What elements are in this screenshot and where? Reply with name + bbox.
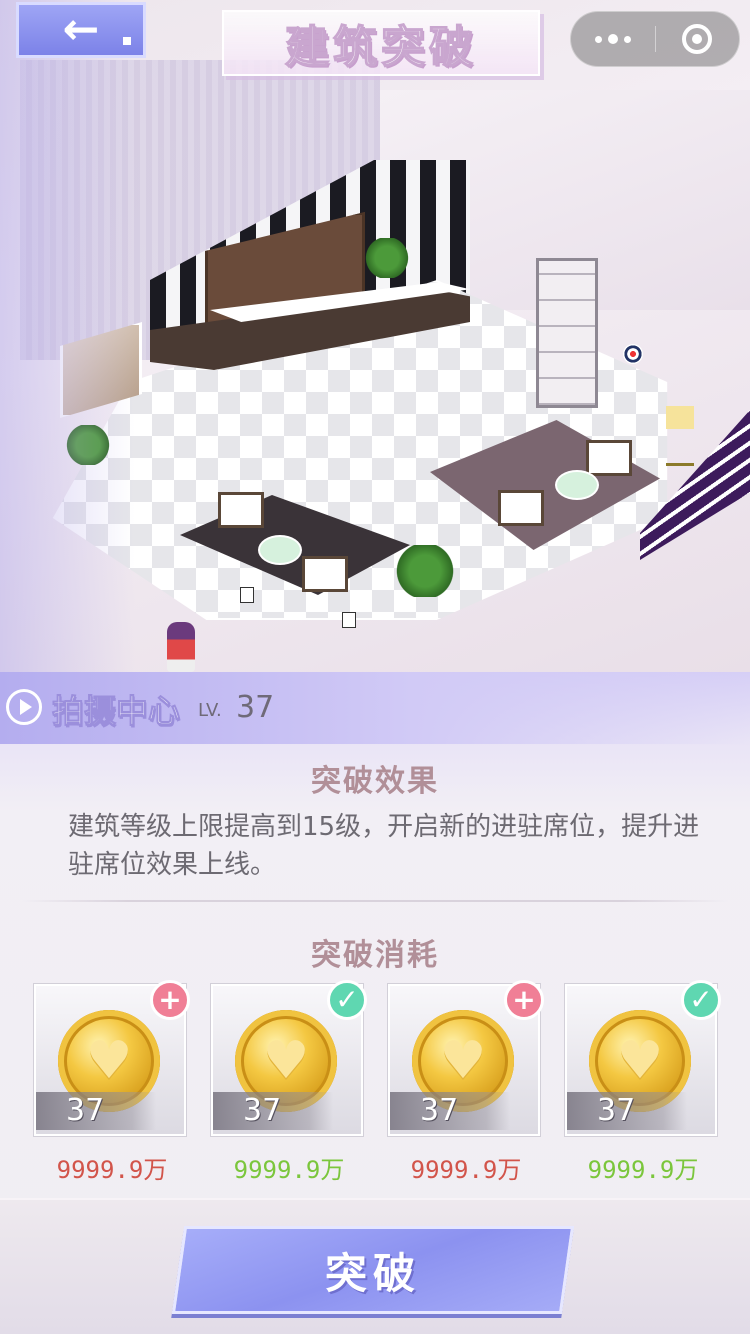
cost-item[interactable]: ♥ 37 + 9999.9万 xyxy=(34,980,190,1184)
dartboard-icon xyxy=(623,344,643,364)
check-icon: ✓ xyxy=(681,980,721,1020)
breakthrough-button-label: 突破 xyxy=(324,1248,421,1298)
cost-items: ♥ 37 + 9999.9万 ♥ 37 ✓ 9999.9万 ♥ 37 + 999… xyxy=(34,980,721,1184)
cost-item[interactable]: ♥ 37 + 9999.9万 xyxy=(388,980,544,1184)
play-icon[interactable] xyxy=(6,689,42,725)
cost-item[interactable]: ♥ 37 ✓ 9999.9万 xyxy=(211,980,367,1184)
item-price: 9999.9万 xyxy=(233,1156,345,1184)
effect-title: 突破效果 xyxy=(311,764,439,799)
cost-item[interactable]: ♥ 37 ✓ 9999.9万 xyxy=(565,980,721,1184)
divider xyxy=(22,900,728,902)
item-price: 9999.9万 xyxy=(587,1156,699,1184)
back-arrow-icon: ← xyxy=(62,4,100,55)
mini-program-capsule xyxy=(570,11,740,67)
character-avatar[interactable] xyxy=(167,622,195,672)
building-name-bar: 拍摄中心 LV. 37 xyxy=(0,672,750,744)
effect-description: 建筑等级上限提高到15级，开启新的进驻席位，提升进驻席位效果上线。 xyxy=(68,812,700,880)
footer-bar: 突破 xyxy=(0,1198,750,1334)
close-target-icon[interactable] xyxy=(656,24,740,54)
floor-sign-icon xyxy=(342,612,356,628)
armchair xyxy=(498,490,544,526)
round-table xyxy=(258,535,302,565)
level-prefix: LV. xyxy=(198,700,222,721)
item-count: 37 xyxy=(66,1093,105,1128)
item-count: 37 xyxy=(597,1093,636,1128)
more-dots-icon[interactable] xyxy=(571,34,655,44)
floor-lamp-icon xyxy=(666,406,694,466)
potted-plant-icon xyxy=(395,545,455,597)
plus-icon[interactable]: + xyxy=(504,980,544,1020)
page-title: 建筑突破 xyxy=(284,21,477,74)
item-count: 37 xyxy=(420,1093,459,1128)
tall-window xyxy=(536,258,598,408)
breakthrough-button[interactable]: 突破 xyxy=(171,1226,575,1314)
item-count: 37 xyxy=(243,1093,282,1128)
armchair xyxy=(302,556,348,592)
building-scene xyxy=(0,0,750,672)
armchair xyxy=(586,440,632,476)
page-title-banner: 建筑突破 xyxy=(222,10,540,76)
floor-sign-icon xyxy=(240,587,254,603)
breakthrough-panel: 拍摄中心 LV. 37 突破效果 建筑等级上限提高到15级，开启新的进驻席位，提… xyxy=(0,672,750,1334)
building-name: 拍摄中心 xyxy=(51,692,181,731)
check-icon: ✓ xyxy=(327,980,367,1020)
round-table xyxy=(555,470,599,500)
armchair xyxy=(218,492,264,528)
building-level: 37 xyxy=(236,690,275,725)
item-price: 9999.9万 xyxy=(410,1156,522,1184)
item-price: 9999.9万 xyxy=(56,1156,168,1184)
back-button[interactable]: ← xyxy=(16,2,146,58)
potted-plant-icon xyxy=(66,425,110,465)
potted-plant-icon xyxy=(365,238,409,278)
plus-icon[interactable]: + xyxy=(150,980,190,1020)
cost-title: 突破消耗 xyxy=(311,938,439,973)
